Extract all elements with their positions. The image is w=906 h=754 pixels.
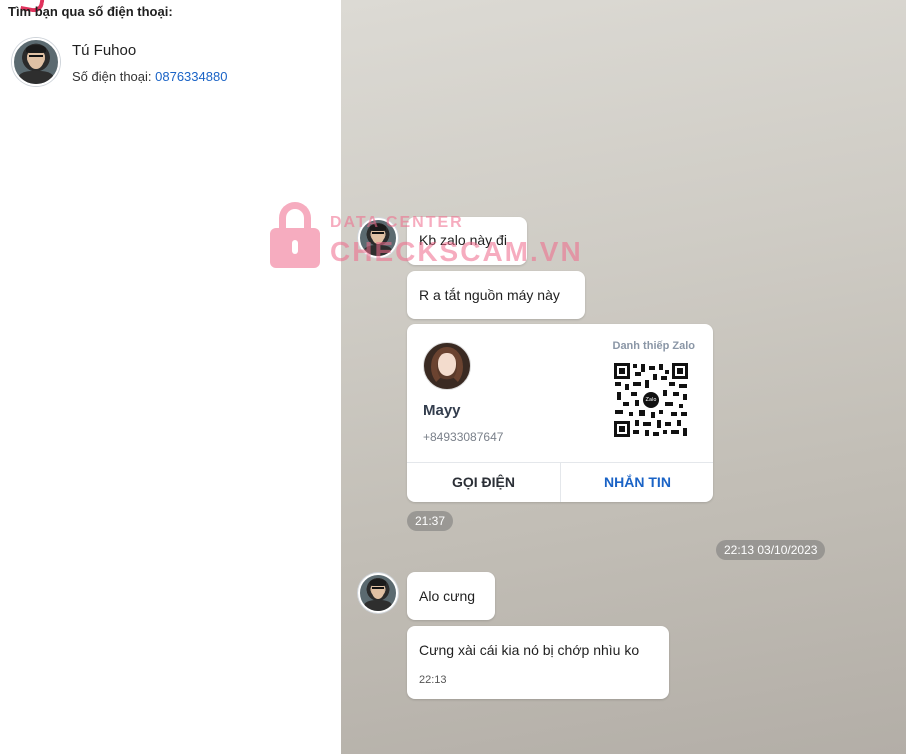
date-separator: 22:13 03/10/2023 [716, 540, 826, 560]
phone-number-link[interactable]: 0876334880 [155, 69, 227, 84]
message-bubble[interactable]: Alo cưng [407, 572, 495, 620]
panel-heading: Tìm bạn qua số điện thoại: [8, 4, 173, 19]
message-bubble[interactable]: Kb zalo này đi [407, 217, 527, 265]
sender-avatar[interactable] [358, 573, 398, 613]
phone-label: Số điện thoại: [72, 69, 156, 84]
contact-phone-row: Số điện thoại: 0876334880 [72, 69, 227, 84]
zalo-logo-icon: Zalo [643, 392, 659, 408]
card-label: Danh thiếp Zalo [612, 340, 696, 352]
card-avatar[interactable] [423, 342, 471, 390]
contact-avatar[interactable] [12, 38, 60, 86]
message-button[interactable]: NHẮN TIN [561, 462, 713, 502]
contact-name[interactable]: Tú Fuhoo [72, 42, 136, 59]
message-text: Alo cưng [419, 588, 476, 604]
contact-card[interactable]: Mayy +84933087647 Danh thiếp Zalo Zalo G… [407, 324, 713, 502]
page: Tìm bạn qua số điện thoại: Tú Fuhoo Số đ… [0, 0, 906, 754]
card-contact-name: Mayy [423, 402, 461, 419]
message-bubble[interactable]: Cưng xài cái kia nó bị chớp nhìu ko 22:1… [407, 626, 669, 699]
message-text: Cưng xài cái kia nó bị chớp nhìu ko [419, 642, 640, 658]
message-bubble[interactable]: R a tắt nguồn máy này [407, 271, 585, 319]
message-text: R a tắt nguồn máy này [419, 287, 560, 303]
message-time: 21:37 [407, 511, 454, 531]
message-time: 22:13 [419, 674, 447, 686]
search-panel: Tìm bạn qua số điện thoại: Tú Fuhoo Số đ… [0, 0, 341, 754]
sender-avatar[interactable] [358, 218, 398, 258]
call-button[interactable]: GỌI ĐIỆN [407, 462, 560, 502]
message-text: Kb zalo này đi [419, 232, 507, 248]
card-contact-phone: +84933087647 [423, 430, 504, 444]
